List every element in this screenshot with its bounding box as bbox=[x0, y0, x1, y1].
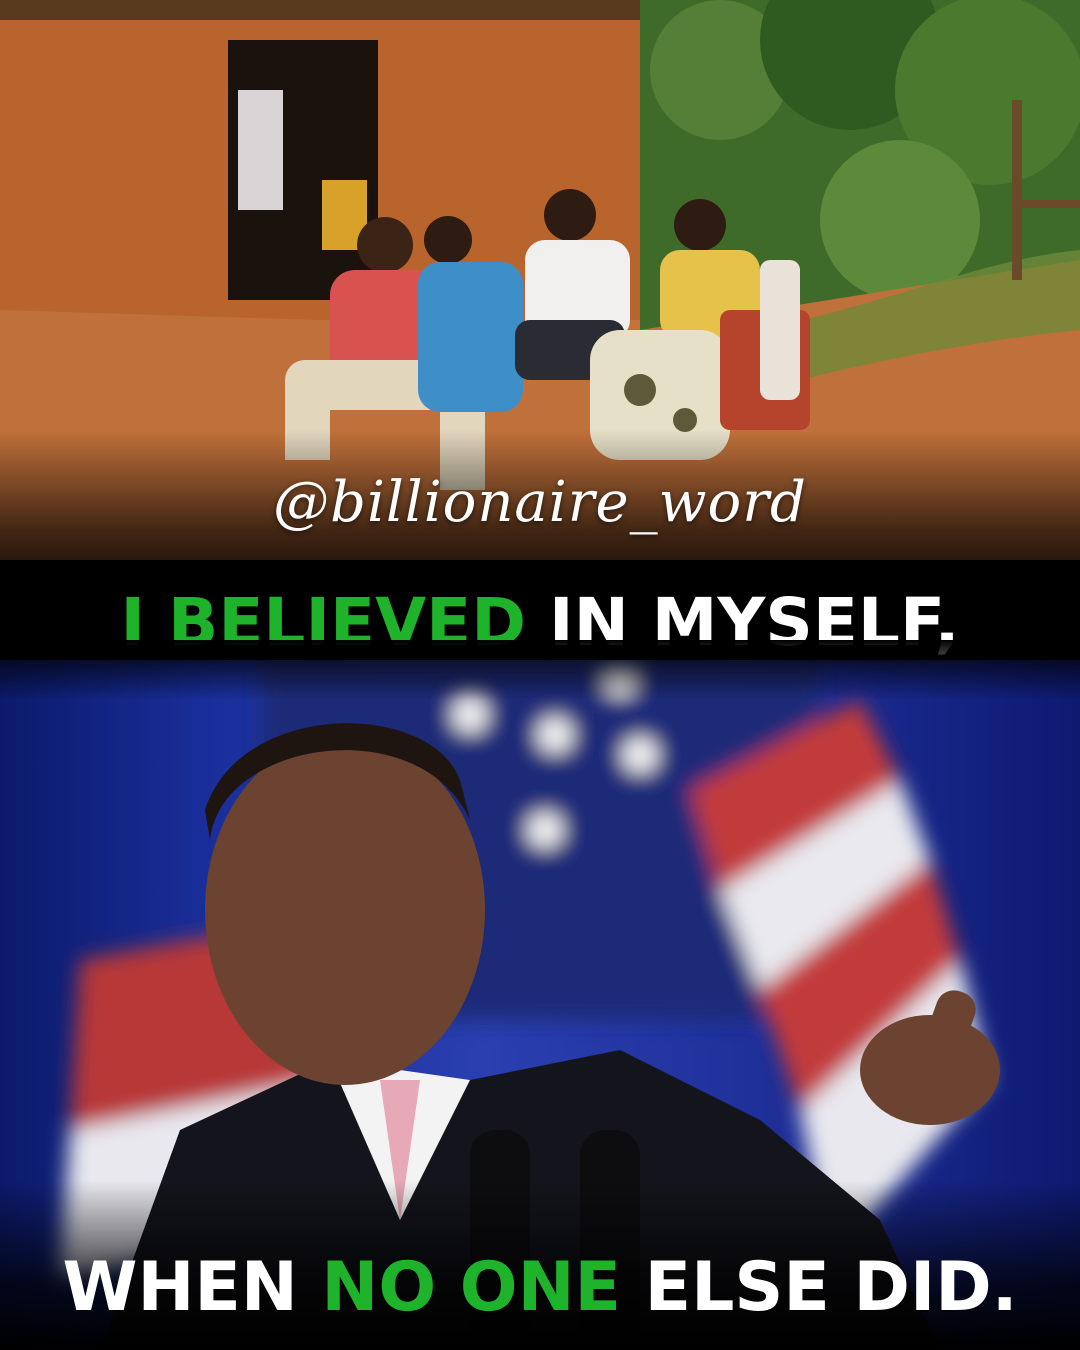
headline-bottom-lead: WHEN bbox=[62, 1248, 322, 1327]
headline-bottom-rest: ELSE DID. bbox=[620, 1248, 1018, 1327]
hanging-cloth bbox=[238, 90, 283, 210]
watermark-handle: @billionaire_word bbox=[273, 470, 807, 535]
meme-canvas: @billionaire_word I BELIEVED IN MYSELF, bbox=[0, 0, 1080, 1350]
headline-bottom: WHEN NO ONE ELSE DID. bbox=[0, 1248, 1080, 1327]
speaker-head bbox=[205, 735, 485, 1085]
headline-bottom-highlight: NO ONE bbox=[321, 1248, 621, 1327]
bottom-top-fade bbox=[0, 640, 1080, 700]
